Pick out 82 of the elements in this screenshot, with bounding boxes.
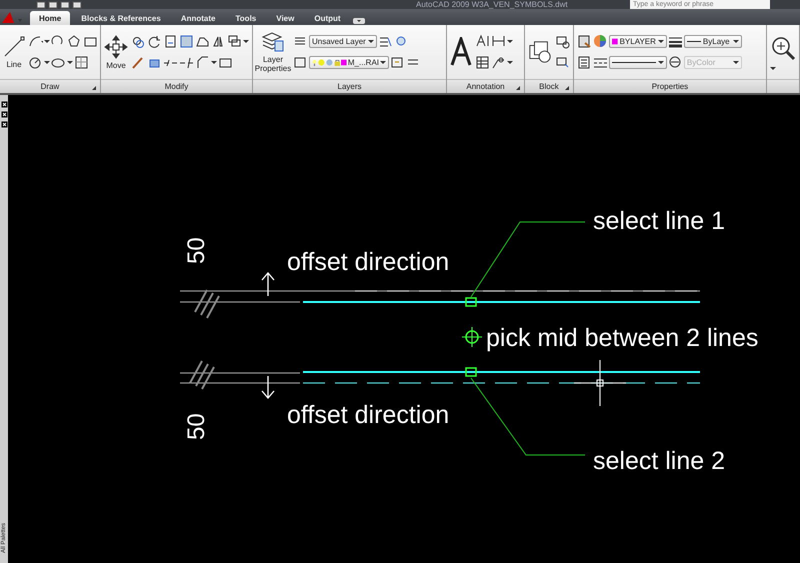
panel-title: Properties <box>652 82 688 91</box>
block-edit-icon[interactable] <box>554 55 570 70</box>
dimension-text: 50 <box>183 237 210 264</box>
ribbon-button[interactable]: Line <box>3 36 25 68</box>
panel-title: Draw <box>40 82 60 91</box>
text-icon[interactable] <box>475 34 490 49</box>
up-arrow <box>261 272 275 297</box>
break-mark <box>189 360 215 390</box>
ribbon-tab[interactable]: Home <box>30 11 70 25</box>
crosshair-cursor <box>574 360 626 406</box>
leader-icon[interactable] <box>491 55 506 70</box>
grip-marker <box>465 297 477 307</box>
dropdown-arrow-icon[interactable] <box>507 61 514 64</box>
panel-title: Layers <box>338 82 362 91</box>
ribbon-tab[interactable]: Blocks & References <box>72 11 170 25</box>
plot-style-icon[interactable] <box>668 55 683 70</box>
dialog-launcher-icon[interactable] <box>92 86 96 90</box>
freeze-icon <box>326 57 333 68</box>
dropdown-arrow-icon[interactable] <box>507 40 514 43</box>
grip-marker <box>465 367 477 377</box>
dropdown-arrow-icon[interactable] <box>770 66 776 70</box>
layer-dropdown[interactable]: Unsaved Layer <box>309 35 377 48</box>
color-swatch-icon <box>341 58 347 67</box>
annotation-text: select line 1 <box>593 207 726 235</box>
annotation-text: select line 2 <box>593 447 726 475</box>
insert-block-icon[interactable] <box>528 39 552 65</box>
dropdown-arrow-icon[interactable] <box>44 61 50 64</box>
copy-icon[interactable] <box>131 34 146 49</box>
ribbon-button[interactable]: Layer Properties <box>256 31 290 73</box>
fillet-icon[interactable] <box>179 34 194 49</box>
move-icon[interactable] <box>104 34 128 58</box>
dimension-icon[interactable] <box>491 34 506 49</box>
line-icon[interactable] <box>3 36 25 58</box>
dropdown-arrow-icon[interactable] <box>44 40 50 43</box>
layer-merge-icon[interactable] <box>390 55 405 70</box>
panel-title: Annotation <box>466 82 505 91</box>
dropdown-arrow-icon[interactable] <box>243 40 249 43</box>
dialog-launcher-icon[interactable] <box>516 86 520 90</box>
list-icon[interactable] <box>576 55 592 70</box>
color-dropdown[interactable]: BYLAYER <box>608 35 667 48</box>
dropdown-arrow-icon[interactable] <box>211 61 217 64</box>
text-icon[interactable] <box>450 37 472 67</box>
circle-icon[interactable] <box>28 55 43 70</box>
down-arrow <box>261 375 275 399</box>
sun-icon <box>318 57 325 68</box>
match-properties-icon[interactable] <box>576 34 592 49</box>
join-icon[interactable] <box>179 55 194 70</box>
panel-title: Block <box>539 82 559 91</box>
close-icon[interactable] <box>0 101 8 108</box>
lineweight-dropdown[interactable]: ByLaye <box>684 35 742 48</box>
ribbon-tab[interactable]: Tools <box>226 11 266 25</box>
chamfer-icon[interactable] <box>195 55 210 70</box>
pentagon-icon[interactable] <box>67 34 82 49</box>
window-title: AutoCAD 2009 W3A_VEN_SYMBOLS.dwt <box>416 0 568 9</box>
annotation-text: offset direction <box>287 401 450 429</box>
dropdown-arrow-icon[interactable] <box>67 61 73 64</box>
hatch-icon[interactable] <box>74 55 89 70</box>
color-wheel-icon[interactable] <box>592 34 608 49</box>
panel-title: Modify <box>164 82 188 91</box>
polyline-icon[interactable] <box>28 34 43 49</box>
dimension-text: 50 <box>183 413 210 440</box>
midpoint-marker <box>462 326 482 348</box>
dialog-launcher-icon[interactable] <box>564 86 569 90</box>
break-mark <box>194 289 220 319</box>
layer-dropdown[interactable]: M_...RAI <box>309 56 389 69</box>
layer-match-icon[interactable] <box>293 55 308 70</box>
layers-icon[interactable] <box>261 31 285 53</box>
ribbon-tab[interactable]: Annotate <box>172 11 224 25</box>
annotation-text: offset direction <box>287 248 450 276</box>
minimize-ribbon-icon[interactable] <box>352 17 366 25</box>
table-icon[interactable] <box>475 55 490 70</box>
zoom-icon[interactable] <box>770 34 796 60</box>
linetype-dropdown[interactable] <box>608 56 667 69</box>
lock-icon <box>334 57 340 68</box>
rotate-icon[interactable] <box>147 34 162 49</box>
annotation-text: pick mid between 2 lines <box>486 324 758 352</box>
color-swatch-icon <box>612 37 618 46</box>
array-icon[interactable] <box>227 34 242 49</box>
block-create-icon[interactable] <box>554 34 570 49</box>
ribbon-button[interactable]: Move <box>104 34 128 70</box>
ribbon-tab[interactable]: View <box>267 11 304 25</box>
ribbon-tab[interactable]: Output <box>305 11 350 25</box>
